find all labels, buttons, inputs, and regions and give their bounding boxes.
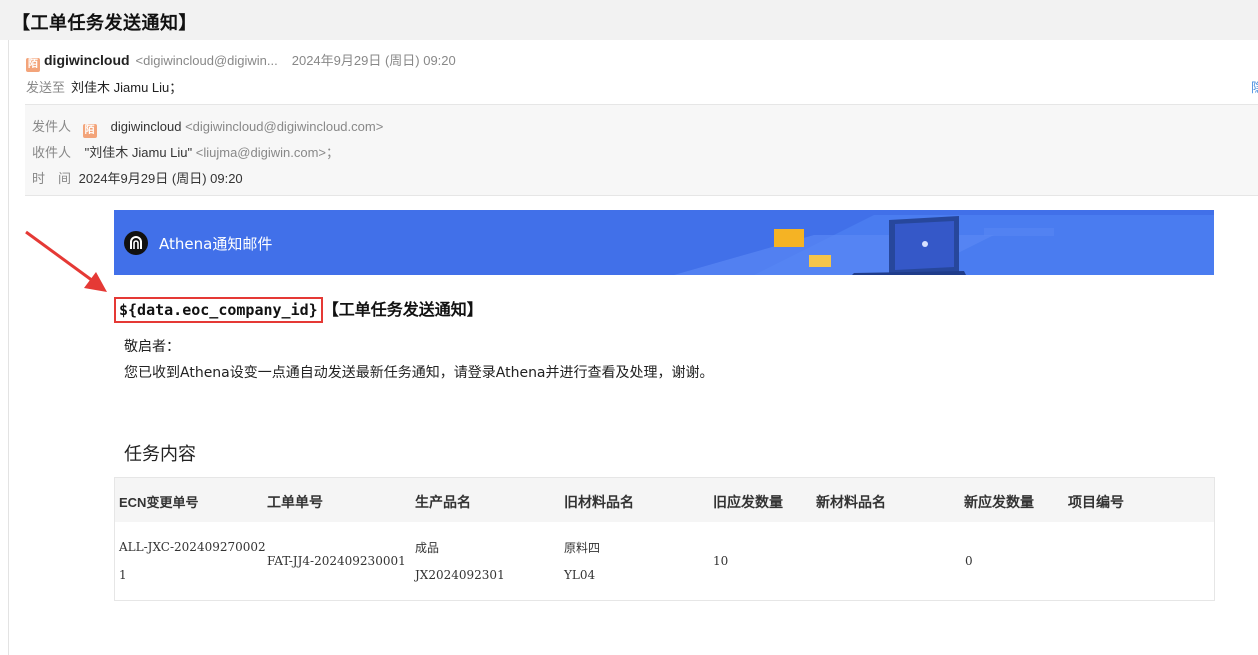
sent-date: 2024年9月29日 (周日) 09:20 <box>291 53 456 68</box>
section-title: 任务内容 <box>124 444 196 465</box>
sender-email[interactable]: <digiwincloud@digiwin... <box>136 53 278 68</box>
header-old-material: 旧材料品名 <box>564 494 634 510</box>
banner-title: Athena通知邮件 <box>159 235 273 253</box>
from-email[interactable]: <digiwincloud@digiwincloud.com> <box>185 119 383 134</box>
header-work-order: 工单单号 <box>267 494 323 510</box>
cell-old-material-name: 原料四 <box>564 541 601 555</box>
cell-old-qty: 10 <box>713 554 729 568</box>
task-table: ECN变更单号 工单单号 生产品名 旧材料品名 旧应发数量 新材料品名 新应发数… <box>114 477 1215 601</box>
email-banner: Athena通知邮件 <box>114 210 1214 275</box>
cell-product-code: JX2024092301 <box>415 568 505 582</box>
banner-illustration <box>674 215 1214 275</box>
from-name[interactable]: digiwincloud <box>111 119 182 134</box>
cell-old-material-code: YL04 <box>564 568 596 582</box>
table-header: ECN变更单号 工单单号 生产品名 旧材料品名 旧应发数量 新材料品名 新应发数… <box>115 478 1214 522</box>
header-product-name: 生产品名 <box>415 494 471 510</box>
header-new-qty: 新应发数量 <box>964 494 1034 510</box>
email-headline: ${data.eoc_company_id} 【工单任务发送通知】 <box>114 296 483 323</box>
notification-paragraph: 您已收到Athena设变一点通自动发送最新任务通知，请登录Athena并进行查看… <box>124 365 714 381</box>
header-old-qty: 旧应发数量 <box>713 494 783 510</box>
header-project-no: 项目编号 <box>1068 494 1124 510</box>
cell-ecn-line1: ALL-JXC-202409270002 <box>119 540 266 554</box>
window-titlebar: 【工单任务发送通知】 <box>0 0 1258 40</box>
header-ecn: ECN变更单号 <box>119 495 199 510</box>
cell-ecn-line2: 1 <box>119 568 127 582</box>
cell-work-order: FAT-JJ4-202409230001 <box>267 554 406 568</box>
cell-product-name: 成品 <box>415 541 440 555</box>
cell-new-qty: 0 <box>965 554 973 568</box>
company-id-placeholder: ${data.eoc_company_id} <box>114 297 323 323</box>
hide-details-link[interactable]: 隐 <box>1251 77 1258 96</box>
mail-header-details: 发件人 陌 digiwincloud <digiwincloud@digiwinc… <box>25 104 1258 196</box>
header-new-material: 新材料品名 <box>816 494 886 510</box>
headline-text: 【工单任务发送通知】 <box>322 300 483 319</box>
annotation-arrow-icon <box>25 230 107 292</box>
greeting-text: 敬启者： <box>124 339 180 355</box>
to-email[interactable]: <liujma@digiwin.com>； <box>196 145 339 160</box>
athena-logo-icon <box>124 231 148 255</box>
